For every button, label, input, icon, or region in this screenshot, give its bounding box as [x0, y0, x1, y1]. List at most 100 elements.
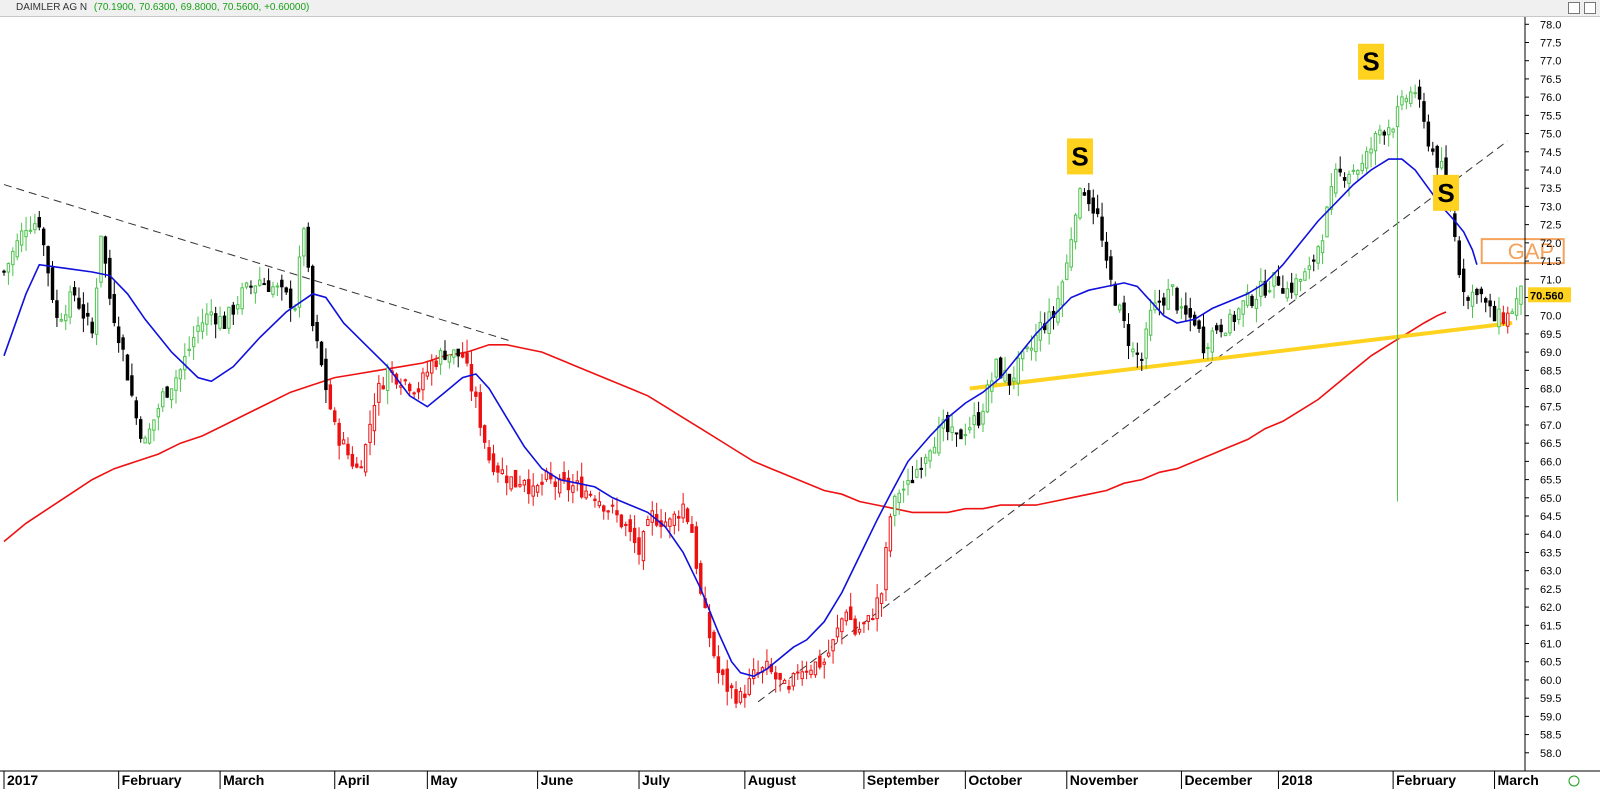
- candle-body: [513, 469, 518, 488]
- candle-body: [372, 405, 377, 432]
- candle-body: [1413, 92, 1417, 95]
- candle-body: [1047, 311, 1051, 334]
- candle-body: [1232, 314, 1237, 323]
- candle-body: [593, 498, 597, 502]
- candle-body: [474, 391, 478, 397]
- candle-body: [915, 468, 919, 478]
- candle-body: [1179, 306, 1184, 309]
- ma-slow-layer: [3, 311, 1447, 543]
- candle-body: [271, 286, 275, 295]
- candle-body: [875, 597, 879, 620]
- candle-body: [236, 304, 240, 310]
- signal-label: S: [1362, 47, 1379, 77]
- candle-body: [350, 454, 355, 467]
- candle-body: [1073, 214, 1078, 243]
- candle-body: [840, 618, 844, 633]
- candle-body: [685, 508, 690, 523]
- candle-body: [1087, 190, 1091, 205]
- candle-body: [469, 364, 474, 392]
- candle-body: [262, 283, 266, 286]
- candle-body: [337, 422, 341, 446]
- candle-body: [1303, 271, 1307, 281]
- candle-body: [1060, 281, 1065, 306]
- candle-body: [381, 385, 385, 390]
- candle-body: [324, 358, 328, 391]
- candle-body: [1100, 216, 1104, 241]
- candle-body: [540, 481, 544, 485]
- candle-body: [1400, 96, 1404, 106]
- candle-body: [1307, 265, 1312, 270]
- candle-body: [465, 352, 469, 364]
- candle-body: [531, 485, 535, 497]
- candle-body: [729, 685, 734, 689]
- candle-body: [668, 518, 672, 527]
- y-tick-label: 67.0: [1540, 420, 1561, 432]
- candle-body: [266, 280, 271, 293]
- candle-body: [205, 313, 209, 325]
- candle-body: [213, 313, 218, 325]
- candle-body: [628, 519, 632, 533]
- candle-body: [1316, 246, 1320, 264]
- candle-body: [1514, 298, 1519, 316]
- candle-body: [637, 537, 641, 555]
- candle-body: [147, 428, 152, 444]
- candle-body: [1237, 308, 1241, 320]
- y-tick-label: 72.5: [1540, 220, 1561, 232]
- candle-body: [1254, 298, 1259, 309]
- y-tick-label: 63.0: [1540, 566, 1561, 578]
- candle-body: [55, 300, 59, 318]
- candle-body: [871, 618, 875, 621]
- support-trendline: [969, 320, 1513, 391]
- y-tick-label: 73.0: [1540, 201, 1561, 213]
- candle-body: [619, 514, 624, 528]
- y-tick-label: 67.5: [1540, 402, 1561, 414]
- candle-body: [787, 685, 791, 690]
- candle-body: [1461, 268, 1466, 293]
- candle-body: [1201, 326, 1206, 354]
- y-tick-label: 74.5: [1540, 147, 1561, 159]
- candle-body: [315, 321, 319, 342]
- candle-body: [1157, 300, 1162, 303]
- candle-body: [1228, 313, 1232, 334]
- y-tick-label: 69.0: [1540, 347, 1561, 359]
- candle-body: [937, 425, 941, 454]
- y-tick-label: 77.0: [1540, 56, 1561, 68]
- candle-body: [443, 350, 447, 360]
- candle-body: [818, 655, 822, 668]
- candle-body: [694, 526, 699, 569]
- candle-body: [125, 354, 130, 381]
- candle-body: [557, 478, 562, 494]
- candle-body: [178, 369, 183, 380]
- candle-body: [1241, 300, 1245, 315]
- candle-body: [218, 315, 222, 329]
- y-tick-label: 64.5: [1540, 511, 1561, 523]
- candle-body: [284, 287, 288, 293]
- candle-body: [64, 314, 68, 322]
- price-chart: SSSGAP 58.058.559.059.560.060.561.061.56…: [0, 17, 1600, 789]
- candle-body: [1426, 121, 1431, 147]
- candle-body: [191, 337, 196, 348]
- candle-body: [1012, 377, 1016, 382]
- candle-body: [231, 304, 236, 315]
- candle-body: [1020, 351, 1025, 360]
- candle-body: [108, 257, 112, 299]
- x-tick-label: November: [1070, 772, 1139, 788]
- candle-body: [844, 611, 849, 622]
- candle-body: [1197, 320, 1201, 329]
- candle-body: [156, 408, 161, 418]
- candle-body: [99, 235, 103, 283]
- x-tick-label: 2018: [1281, 772, 1312, 788]
- candle-body: [346, 443, 350, 456]
- y-tick-label: 78.0: [1540, 19, 1561, 31]
- candle-body: [187, 348, 191, 351]
- candle-body: [116, 326, 121, 344]
- candle-body: [1479, 288, 1484, 295]
- candle-body: [866, 615, 871, 622]
- candle-body: [1488, 300, 1492, 307]
- candle-body: [482, 425, 487, 443]
- candle-body: [288, 288, 293, 309]
- candle-body: [1281, 288, 1285, 294]
- candle-body: [90, 321, 94, 334]
- candle-body: [24, 230, 28, 238]
- y-tick-label: 68.0: [1540, 384, 1561, 396]
